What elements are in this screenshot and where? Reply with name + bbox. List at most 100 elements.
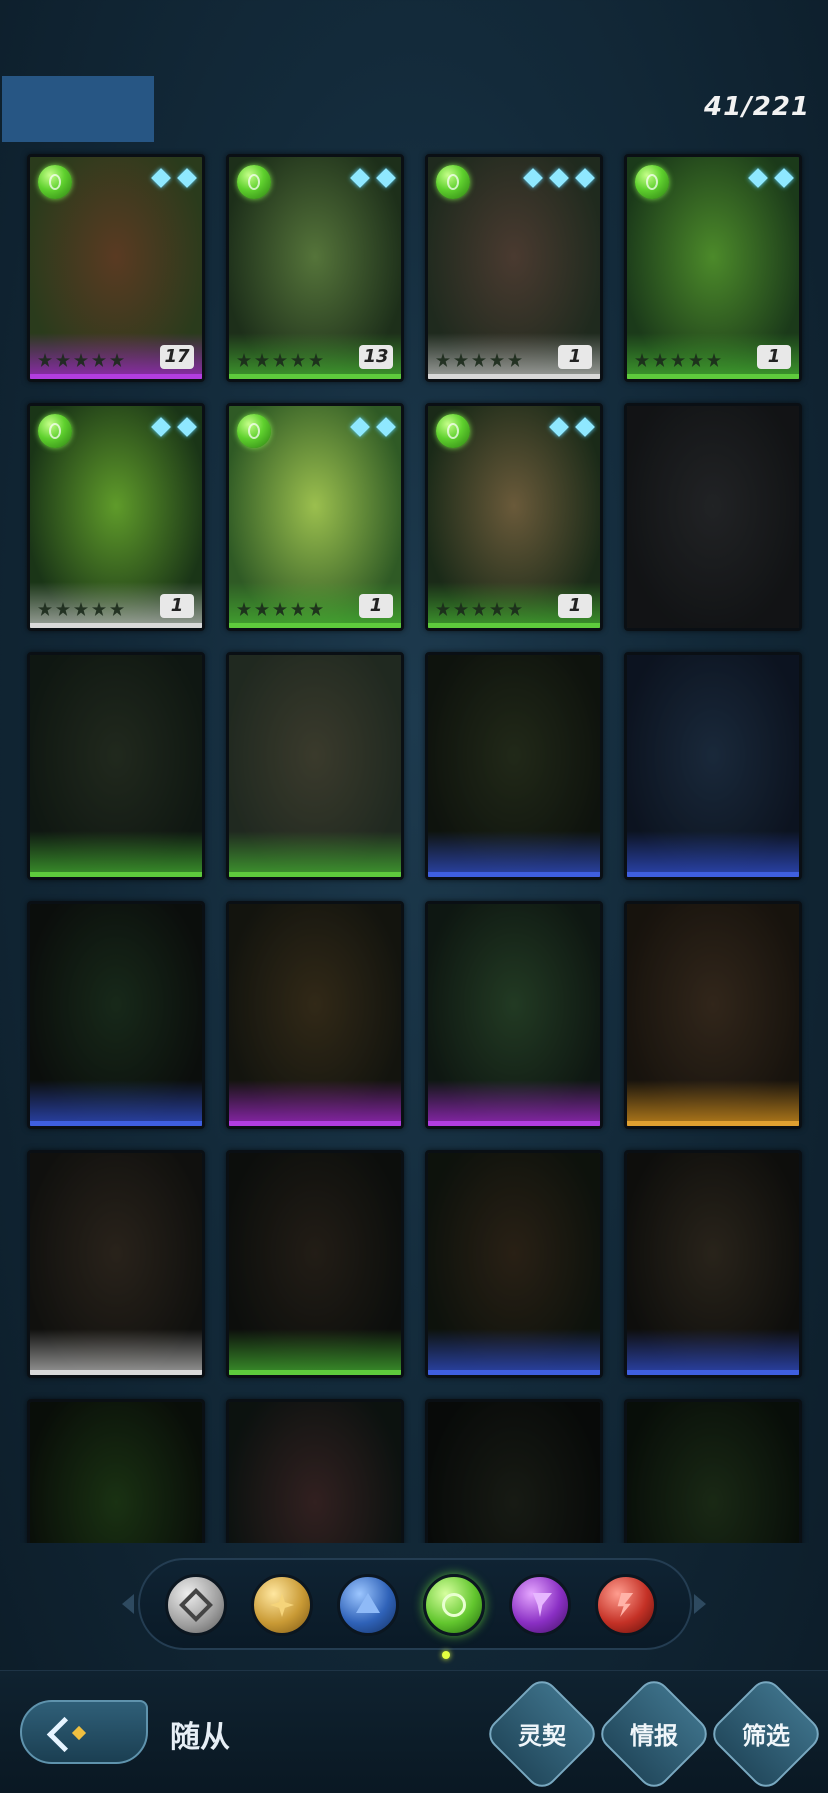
- star-icon: [38, 353, 52, 367]
- gem-slots: [151, 417, 197, 437]
- star-icon: [273, 602, 287, 616]
- gold-element-icon: [270, 1593, 294, 1617]
- card-squirrel-warrior[interactable]: [226, 652, 404, 880]
- card-level-badge: 1: [757, 345, 791, 369]
- star-icon: [38, 602, 52, 616]
- rarity-band: [30, 872, 202, 877]
- card-forest-giant[interactable]: 17: [27, 154, 205, 382]
- rarity-band: [428, 374, 600, 379]
- diamond-gem-icon: [774, 168, 794, 188]
- card-art: [30, 1402, 202, 1543]
- diamond-gem-icon: [177, 168, 197, 188]
- gem-slots: [350, 168, 396, 188]
- back-button[interactable]: [20, 1700, 148, 1764]
- card-green-elf-mage[interactable]: [425, 901, 603, 1129]
- nature-element-icon: [38, 414, 72, 448]
- card-scarecrow[interactable]: [624, 901, 802, 1129]
- card-tribal-warrior[interactable]: [27, 1150, 205, 1378]
- card-fairy[interactable]: [425, 652, 603, 880]
- diamond-gem-icon: [151, 417, 171, 437]
- card-level-badge: 17: [160, 345, 194, 369]
- element-gold-button[interactable]: [251, 1574, 313, 1636]
- rarity-glow: [627, 831, 799, 877]
- star-rating: [436, 602, 522, 616]
- card-roaring-bear[interactable]: [425, 1150, 603, 1378]
- card-flower-dryad[interactable]: 1: [226, 403, 404, 631]
- star-icon: [273, 353, 287, 367]
- card-level-badge: 1: [558, 345, 592, 369]
- card-swamp-spirit[interactable]: [624, 1399, 802, 1543]
- card-shadow-wolf[interactable]: [624, 652, 802, 880]
- star-icon: [671, 353, 685, 367]
- card-level-badge: 1: [359, 594, 393, 618]
- star-icon: [237, 353, 251, 367]
- card-maw-creature[interactable]: [425, 1399, 603, 1543]
- nature-element-icon: [436, 165, 470, 199]
- star-icon: [635, 353, 649, 367]
- rarity-band: [627, 1121, 799, 1126]
- rarity-glow: [229, 1080, 401, 1126]
- card-ranger[interactable]: 1: [425, 403, 603, 631]
- card-centaur-archer[interactable]: [226, 1150, 404, 1378]
- star-icon: [508, 602, 522, 616]
- star-icon: [508, 353, 522, 367]
- star-icon: [707, 353, 721, 367]
- star-icon: [92, 353, 106, 367]
- title-panel: [2, 76, 154, 142]
- diamond-gem-icon: [177, 417, 197, 437]
- rarity-band: [428, 623, 600, 628]
- rarity-band: [627, 1370, 799, 1375]
- card-tusked-boar[interactable]: 1: [425, 154, 603, 382]
- element-purple-button[interactable]: [509, 1574, 571, 1636]
- diamond-gem-icon: [523, 168, 543, 188]
- gem-slots: [549, 417, 595, 437]
- card-giant-spider[interactable]: [27, 652, 205, 880]
- star-rating: [237, 353, 323, 367]
- star-icon: [490, 353, 504, 367]
- card-mushroom[interactable]: [226, 1399, 404, 1543]
- card-treant[interactable]: 1: [27, 403, 205, 631]
- element-neutral-button[interactable]: [165, 1574, 227, 1636]
- star-icon: [110, 353, 124, 367]
- star-icon: [255, 353, 269, 367]
- gem-slots: [151, 168, 197, 188]
- card-hydra[interactable]: [27, 901, 205, 1129]
- card-elf-archer[interactable]: 13: [226, 154, 404, 382]
- nature-element-icon: [436, 414, 470, 448]
- card-ape-warrior[interactable]: [226, 901, 404, 1129]
- star-icon: [309, 353, 323, 367]
- top-bar: 41/221: [0, 0, 828, 142]
- card-art: [627, 1402, 799, 1543]
- star-icon: [56, 602, 70, 616]
- card-old-druid[interactable]: [624, 1150, 802, 1378]
- card-level-badge: 13: [359, 345, 393, 369]
- star-icon: [436, 602, 450, 616]
- rarity-glow: [229, 831, 401, 877]
- card-art: [428, 1402, 600, 1543]
- star-icon: [472, 602, 486, 616]
- rarity-band: [229, 374, 401, 379]
- element-green-button[interactable]: [423, 1574, 485, 1636]
- rarity-glow: [428, 831, 600, 877]
- rarity-band: [428, 872, 600, 877]
- rarity-band: [627, 374, 799, 379]
- rarity-glow: [30, 831, 202, 877]
- card-vine-beast[interactable]: [27, 1399, 205, 1543]
- rarity-band: [30, 623, 202, 628]
- star-icon: [291, 353, 305, 367]
- star-icon: [74, 602, 88, 616]
- back-arrow-icon: [52, 1714, 92, 1750]
- rarity-band: [30, 1370, 202, 1375]
- star-icon: [472, 353, 486, 367]
- star-icon: [309, 602, 323, 616]
- element-blue-button[interactable]: [337, 1574, 399, 1636]
- gem-slots: [748, 168, 794, 188]
- star-icon: [255, 602, 269, 616]
- card-green-beetle[interactable]: 1: [624, 154, 802, 382]
- star-rating: [38, 602, 124, 616]
- card-rhino[interactable]: [624, 403, 802, 631]
- star-icon: [689, 353, 703, 367]
- element-red-button[interactable]: [595, 1574, 657, 1636]
- star-icon: [436, 353, 450, 367]
- diamond-gem-icon: [376, 168, 396, 188]
